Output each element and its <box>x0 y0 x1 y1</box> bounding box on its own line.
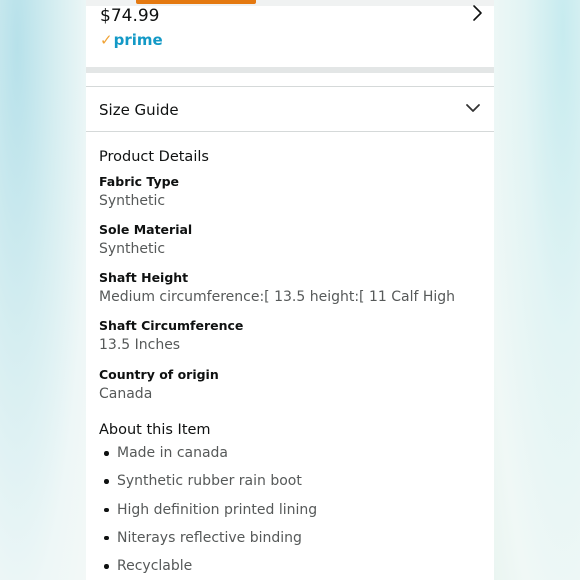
detail-value-shaft-height: Medium circumference:[ 13.5 height:[ 11 … <box>99 289 456 305</box>
chevron-down-icon <box>466 104 480 112</box>
list-item: Recyclable <box>99 557 317 580</box>
bullet-text: Made in canada <box>117 445 229 461</box>
list-item: Made in canada <box>99 444 317 472</box>
bullet-text: Niterays reflective binding <box>117 529 302 546</box>
detail-value-shaft-circumference: 13.5 Inches <box>99 337 181 353</box>
prime-badge: ✓ prime <box>100 31 163 49</box>
product-price: $74.99 <box>100 6 160 26</box>
prime-check-icon: ✓ <box>100 30 113 49</box>
bullet-icon <box>104 535 109 541</box>
bullet-text: Recyclable <box>117 558 193 575</box>
product-panel: $74.99 ✓ prime Size Guide Product Detail… <box>86 0 494 580</box>
prime-label: prime <box>113 30 163 49</box>
about-item-title: About this Item <box>99 422 211 438</box>
background-left <box>0 0 86 580</box>
bullet-icon <box>104 451 109 456</box>
bullet-icon <box>104 479 109 484</box>
list-item: Niterays reflective binding <box>99 529 317 557</box>
detail-label-sole-material: Sole Material <box>99 222 193 237</box>
detail-value-country-of-origin: Canada <box>99 386 153 402</box>
section-divider <box>86 67 494 73</box>
detail-value-fabric-type: Synthetic <box>99 193 166 209</box>
detail-label-shaft-height: Shaft Height <box>99 270 189 285</box>
list-item: Synthetic rubber rain boot <box>99 472 317 500</box>
product-details-title: Product Details <box>99 149 209 165</box>
size-guide-label: Size Guide <box>99 101 179 119</box>
size-guide-row[interactable]: Size Guide <box>86 86 494 132</box>
background-right <box>494 0 580 580</box>
detail-value-sole-material: Synthetic <box>99 241 166 257</box>
progress-fill <box>136 0 256 4</box>
detail-label-country-of-origin: Country of origin <box>99 367 219 382</box>
about-item-list: Made in canada Synthetic rubber rain boo… <box>99 444 317 580</box>
list-item: High definition printed lining <box>99 501 317 529</box>
bullet-text: High definition printed lining <box>117 501 318 518</box>
bullet-text: Synthetic rubber rain boot <box>117 473 302 490</box>
bullet-icon <box>104 507 109 513</box>
detail-label-fabric-type: Fabric Type <box>99 174 180 189</box>
chevron-right-icon[interactable] <box>470 4 484 22</box>
bullet-icon <box>104 564 109 569</box>
detail-label-shaft-circumference: Shaft Circumference <box>99 318 244 333</box>
